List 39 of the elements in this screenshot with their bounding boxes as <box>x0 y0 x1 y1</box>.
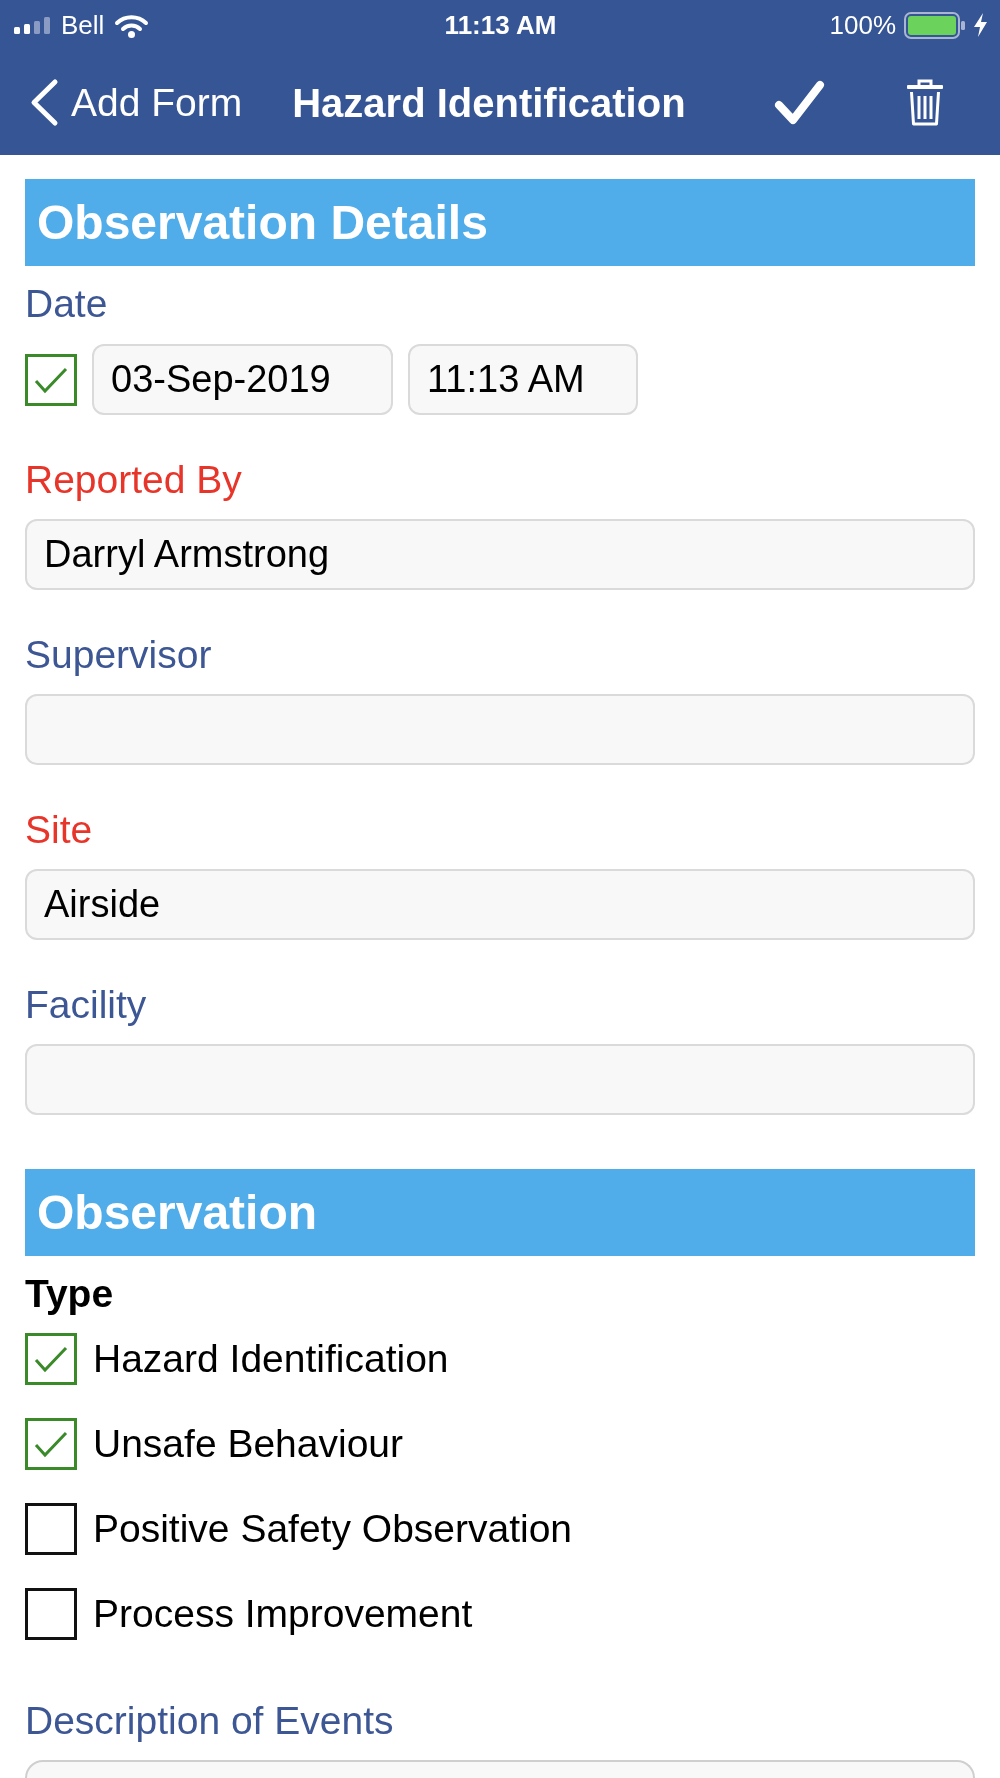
screen-title: Hazard Identification <box>292 79 686 126</box>
battery-icon <box>904 11 966 39</box>
time-field[interactable]: 11:13 AM <box>408 344 638 415</box>
field-label: Facility <box>25 982 148 1028</box>
charging-icon <box>974 13 987 37</box>
field-label: Type <box>25 1271 115 1317</box>
checkbox[interactable] <box>25 1588 77 1640</box>
signal-icon <box>14 16 51 34</box>
carrier-name: Bell <box>61 10 105 40</box>
option-label[interactable]: Positive Safety Observation <box>93 1506 573 1552</box>
text-field[interactable]: Airside <box>25 869 975 940</box>
checkbox[interactable] <box>25 1418 77 1470</box>
checkmark-icon <box>774 79 825 126</box>
battery-percent: 100% <box>829 10 896 40</box>
field-label: Date <box>25 281 109 327</box>
text-field[interactable] <box>25 694 975 765</box>
option-label[interactable]: Process Improvement <box>93 1591 473 1637</box>
section-header: Observation Details <box>25 179 975 266</box>
option-label[interactable]: Unsafe Behaviour <box>93 1421 404 1467</box>
field-label: Site <box>25 807 94 853</box>
section-header: Observation <box>25 1169 975 1256</box>
option-label[interactable]: Hazard Identification <box>93 1336 449 1382</box>
field-label: Description of Events <box>25 1698 395 1744</box>
checkbox[interactable] <box>25 1503 77 1555</box>
field-label: Reported By <box>25 457 243 503</box>
field-label: Supervisor <box>25 632 213 678</box>
text-field[interactable]: Darryl Armstrong <box>25 519 975 590</box>
wifi-icon <box>114 12 150 38</box>
description-field[interactable] <box>25 1760 975 1778</box>
checkbox[interactable] <box>25 353 77 406</box>
delete-button[interactable] <box>907 79 943 126</box>
chevron-left-icon <box>29 78 59 127</box>
save-button[interactable] <box>774 79 825 126</box>
checkbox[interactable] <box>25 1333 77 1385</box>
text-field[interactable] <box>25 1044 975 1115</box>
status-time: 11:13 AM <box>444 10 557 40</box>
date-field[interactable]: 03-Sep-2019 <box>92 344 393 415</box>
trash-icon <box>907 79 943 126</box>
back-button[interactable]: Add Form <box>29 78 243 127</box>
